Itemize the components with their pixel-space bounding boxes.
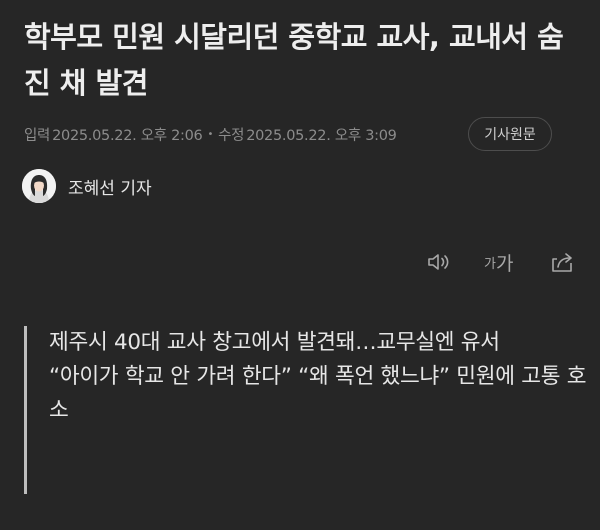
reporter-avatar [22,169,56,203]
updated-label: 수정 [218,127,245,144]
published-date: 2025.05.22. 오후 2:06 [52,127,203,144]
article-summary: 제주시 40대 교사 창고에서 발견돼…교무실엔 유서 “아이가 학교 안 가려… [24,326,587,494]
summary-line: “아이가 학교 안 가려 한다” “왜 폭언 했느냐” 민원에 고통 호소 [49,364,587,423]
meta-separator: • [207,128,214,140]
original-article-button[interactable]: 기사원문 [468,117,552,151]
updated-date: 2025.05.22. 오후 3:09 [246,127,397,144]
speaker-icon[interactable] [426,246,456,278]
reporter-byline[interactable]: 조혜선 기자 [22,168,152,204]
share-icon[interactable] [548,246,578,278]
font-small-label: 가 [484,256,496,272]
summary-line: 제주시 40대 교사 창고에서 발견돼…교무실엔 유서 [49,330,500,355]
published-label: 입력 [24,127,51,144]
article-headline: 학부모 민원 시달리던 중학교 교사, 교내서 숨진 채 발견 [24,20,564,100]
font-big-label: 가 [495,252,514,275]
article-meta: 입력 2025.05.22. 오후 2:06 • 수정 2025.05.22. … [24,117,397,151]
reporter-name: 조혜선 기자 [68,178,152,199]
font-size-button[interactable]: 가가 [484,246,518,278]
